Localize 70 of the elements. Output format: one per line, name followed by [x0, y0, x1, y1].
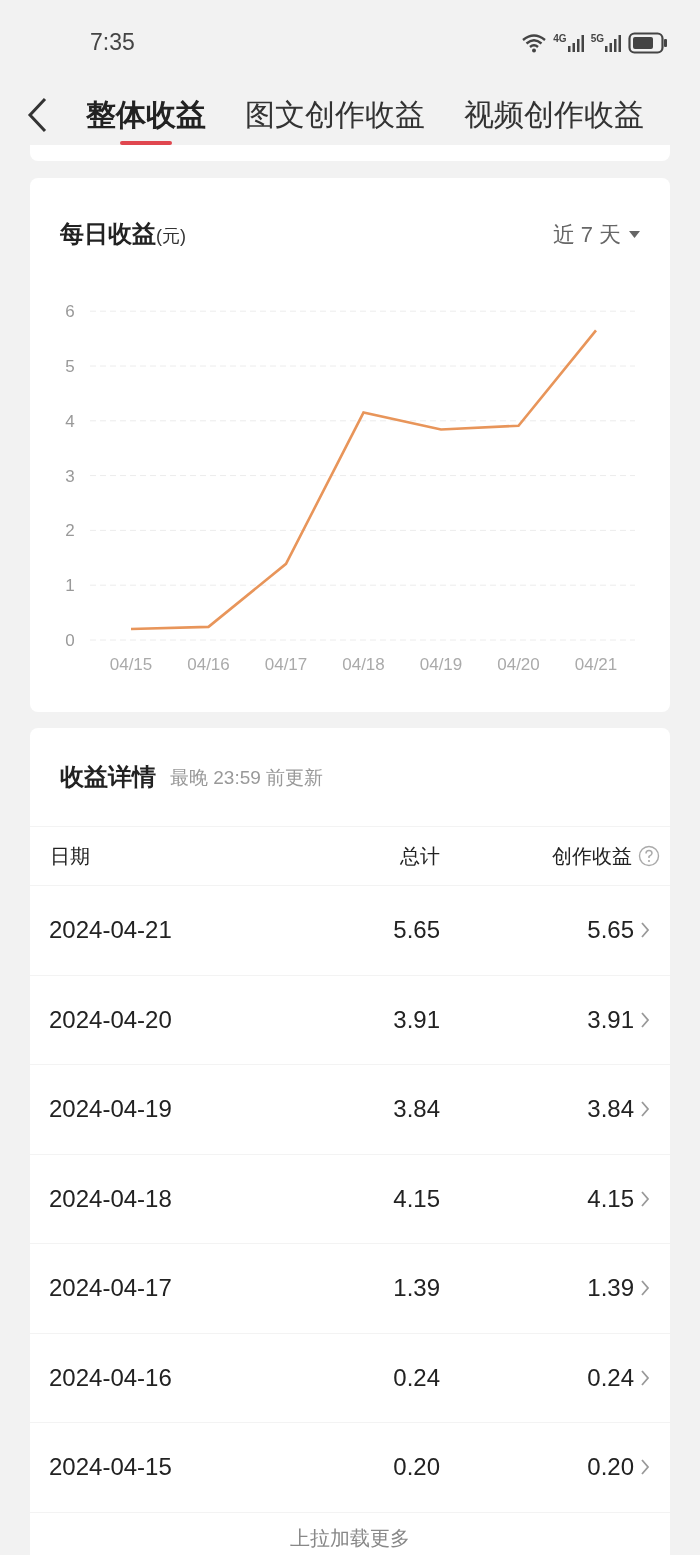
- network-label: 5G: [590, 33, 604, 44]
- unit-label: (元): [156, 226, 186, 248]
- table-cell-text: 2024-04-15: [49, 1452, 173, 1483]
- range-dropdown[interactable]: 近 7 天: [552, 217, 640, 251]
- table-row[interactable]: 2024-04-19 3.84 3.84: [30, 1065, 670, 1155]
- table-cell-text: 4.15: [392, 1183, 440, 1214]
- signal-icon: [604, 33, 622, 52]
- table-cell-text: 2024-04-20: [49, 1004, 173, 1035]
- table-row[interactable]: 2024-04-17 1.39 1.39: [30, 1244, 670, 1334]
- table-row[interactable]: 2024-04-21 5.65 5.65: [30, 886, 670, 976]
- card-title: 收益详情: [60, 762, 156, 792]
- table-cell-text: 1.39: [587, 1273, 634, 1304]
- column-header: 创作收益: [552, 844, 632, 869]
- table-cell-text: 2024-04-21: [49, 915, 173, 946]
- chevron-right-icon: [640, 921, 650, 940]
- table-cell-text: 0.20: [587, 1452, 634, 1483]
- table-cell-text: 3.91: [587, 1004, 634, 1035]
- column-header: 总计: [399, 844, 440, 869]
- table-cell-text: 3.84: [587, 1094, 634, 1125]
- axis-label: 04/20: [497, 655, 540, 674]
- chevron-right-icon: [640, 1279, 650, 1298]
- table-cell-text: 3.91: [392, 1004, 440, 1035]
- table-cell-text: 5.65: [587, 915, 634, 946]
- axis-label: 1: [65, 576, 75, 596]
- chevron-right-icon: [640, 1368, 650, 1387]
- axis-label: 2: [65, 521, 75, 541]
- table-row[interactable]: 2024-04-20 3.91 3.91: [30, 975, 670, 1065]
- card-title: 每日收益: [60, 219, 156, 249]
- signal-icon: [566, 33, 585, 52]
- tab[interactable]: 图文创作收益: [245, 85, 425, 145]
- wifi-icon: [521, 32, 548, 53]
- axis-label: 3: [65, 466, 75, 486]
- status-time: 7:35: [90, 28, 135, 58]
- axis-label: 04/21: [574, 655, 618, 674]
- update-note: 最晚 23:59 前更新: [170, 765, 324, 790]
- axis-label: 4: [65, 411, 75, 431]
- load-more-hint: 上拉加载更多: [290, 1525, 410, 1551]
- axis-label: 04/16: [187, 655, 230, 674]
- table-cell-text: 0.24: [392, 1362, 440, 1393]
- chevron-right-icon: [640, 1458, 650, 1477]
- table-cell-text: 2024-04-16: [49, 1362, 173, 1393]
- axis-label: 6: [65, 302, 75, 322]
- chevron-right-icon: [640, 1010, 650, 1029]
- axis-label: 0: [65, 631, 75, 650]
- axis-label: 04/15: [109, 655, 153, 674]
- battery-icon: [628, 31, 668, 54]
- table-cell-text: 2024-04-19: [49, 1094, 173, 1125]
- table-cell-text: 3.84: [392, 1094, 440, 1125]
- axis-label: 04/17: [264, 655, 308, 674]
- axis-label: 04/19: [419, 655, 463, 674]
- axis-label: 5: [65, 357, 75, 376]
- tab[interactable]: 整体收益: [86, 85, 206, 145]
- table-cell-text: 0.20: [392, 1452, 440, 1483]
- table-cell-text: 2024-04-17: [49, 1273, 173, 1304]
- table-row[interactable]: 2024-04-16 0.24 0.24: [30, 1333, 670, 1423]
- table-cell-text: 1.39: [392, 1273, 440, 1304]
- table-cell-text: 5.65: [392, 915, 440, 946]
- table-cell-text: 0.24: [587, 1362, 634, 1393]
- table-cell-text: 4.15: [587, 1183, 634, 1214]
- column-header: 日期: [50, 844, 91, 869]
- table-cell-text: 2024-04-18: [49, 1183, 173, 1214]
- table-row[interactable]: 2024-04-15 0.20 0.20: [30, 1423, 670, 1513]
- chevron-right-icon: [640, 1100, 650, 1119]
- table-row[interactable]: 2024-04-18 4.15 4.15: [30, 1154, 670, 1244]
- caret-icon: [629, 230, 640, 238]
- back-icon: [26, 97, 48, 133]
- tab[interactable]: 视频创作收益: [464, 85, 644, 145]
- chevron-right-icon: [640, 1189, 650, 1208]
- network-label: 4G: [553, 33, 567, 44]
- axis-label: 04/18: [342, 655, 385, 674]
